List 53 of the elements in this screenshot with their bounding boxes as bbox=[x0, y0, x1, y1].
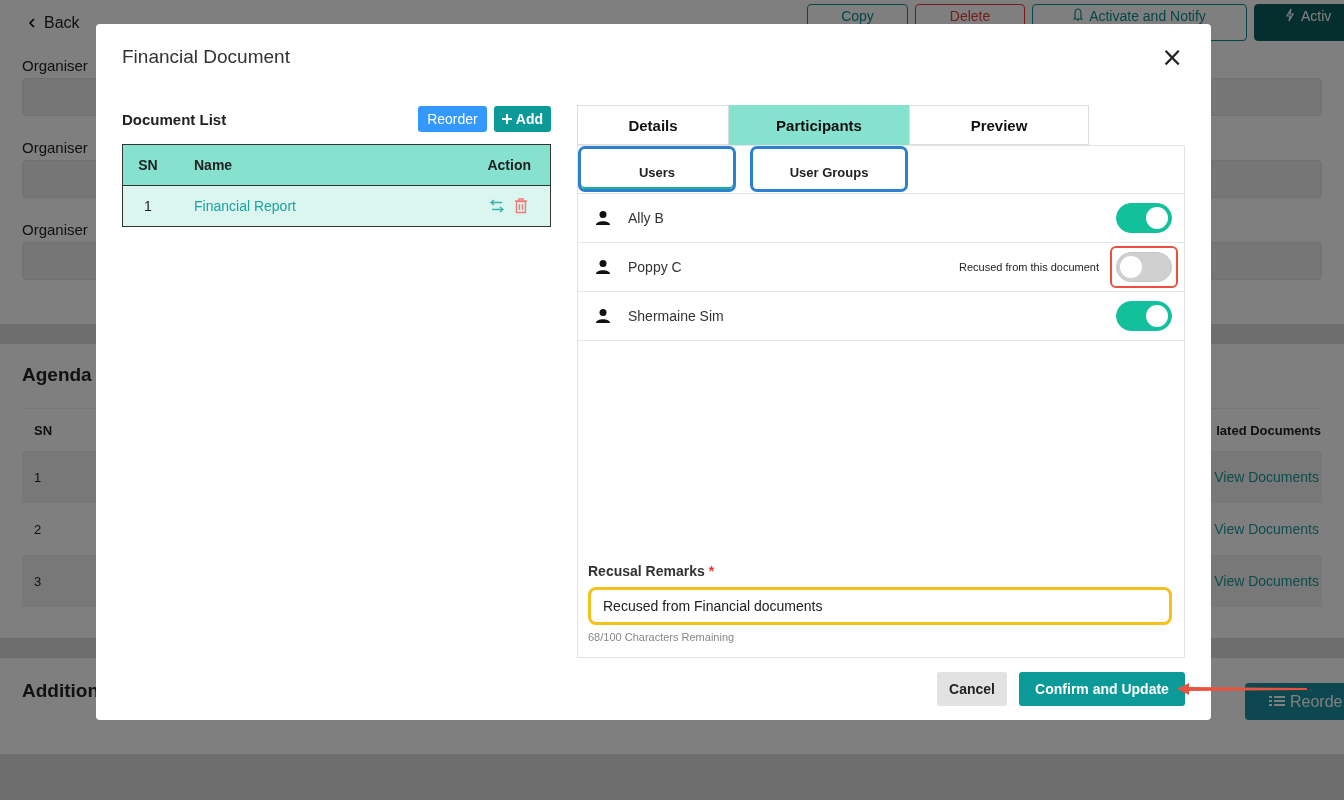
section-title: Document List bbox=[122, 110, 227, 128]
person-icon bbox=[595, 308, 611, 324]
column-header: Action bbox=[487, 157, 532, 173]
sub-tab[interactable]: Users bbox=[578, 146, 736, 192]
tab[interactable]: Preview bbox=[909, 105, 1089, 145]
plus-icon bbox=[501, 114, 512, 124]
field-label: Organiser bbox=[22, 56, 88, 76]
close-button[interactable]: × bbox=[1159, 44, 1185, 70]
column-header: lated Documents bbox=[1216, 422, 1322, 438]
dialog-title: Financial Document bbox=[122, 46, 290, 68]
column-header: SN bbox=[137, 157, 159, 173]
sub-tab[interactable]: User Groups bbox=[750, 146, 908, 192]
trash-icon[interactable] bbox=[514, 198, 528, 214]
table-cell-text: 2 bbox=[33, 521, 42, 537]
toggle-switch[interactable] bbox=[1116, 301, 1172, 331]
table-cell-text: 1 bbox=[33, 469, 42, 485]
cancel-button[interactable]: Cancel bbox=[937, 672, 1007, 706]
column-header: SN bbox=[33, 422, 53, 438]
participant-name: Ally B bbox=[628, 210, 665, 226]
recusal-note: Recused from this document bbox=[959, 261, 1099, 273]
remarks-field[interactable]: Recused from Financial documents bbox=[588, 587, 1172, 625]
field-label: Organiser bbox=[22, 138, 88, 158]
tab[interactable]: Participants bbox=[729, 105, 909, 145]
field-label: Organiser bbox=[22, 220, 88, 240]
person-icon bbox=[595, 210, 611, 226]
view-documents-link[interactable]: View Documents bbox=[1214, 469, 1319, 485]
participant-name: Shermaine Sim bbox=[628, 308, 725, 324]
view-documents-link[interactable]: View Documents bbox=[1214, 521, 1319, 537]
list-icon bbox=[1269, 694, 1285, 709]
section-title: Addition bbox=[22, 680, 100, 703]
person-icon bbox=[595, 259, 611, 275]
bolt-icon bbox=[1285, 8, 1295, 22]
activate-button[interactable]: Activ bbox=[1254, 4, 1344, 41]
table-cell-text: 3 bbox=[33, 573, 42, 589]
reorder-button[interactable]: Reorde bbox=[1245, 683, 1344, 720]
confirm-button[interactable]: Confirm and Update bbox=[1019, 672, 1185, 706]
section-title: Agenda bbox=[22, 364, 93, 387]
document-link[interactable]: Financial Report bbox=[173, 198, 489, 214]
chevron-left-icon bbox=[28, 18, 36, 28]
table-cell-text: 1 bbox=[143, 198, 153, 214]
bell-icon bbox=[1073, 8, 1084, 22]
back-link[interactable]: Back bbox=[28, 14, 80, 32]
helper-text: 68/100 Characters Remaining bbox=[588, 631, 736, 643]
column-header: Name bbox=[193, 157, 234, 173]
add-button[interactable]: Add bbox=[493, 106, 551, 132]
swap-icon[interactable] bbox=[489, 198, 505, 214]
field-label: Recusal Remarks * bbox=[588, 563, 716, 579]
tab[interactable]: Details bbox=[577, 105, 729, 145]
toggle-switch[interactable] bbox=[1116, 252, 1172, 282]
reorder-button[interactable]: Reorder bbox=[418, 106, 487, 132]
toggle-switch[interactable] bbox=[1116, 203, 1172, 233]
participant-name: Poppy C bbox=[628, 259, 683, 275]
view-documents-link[interactable]: View Documents bbox=[1214, 573, 1319, 589]
